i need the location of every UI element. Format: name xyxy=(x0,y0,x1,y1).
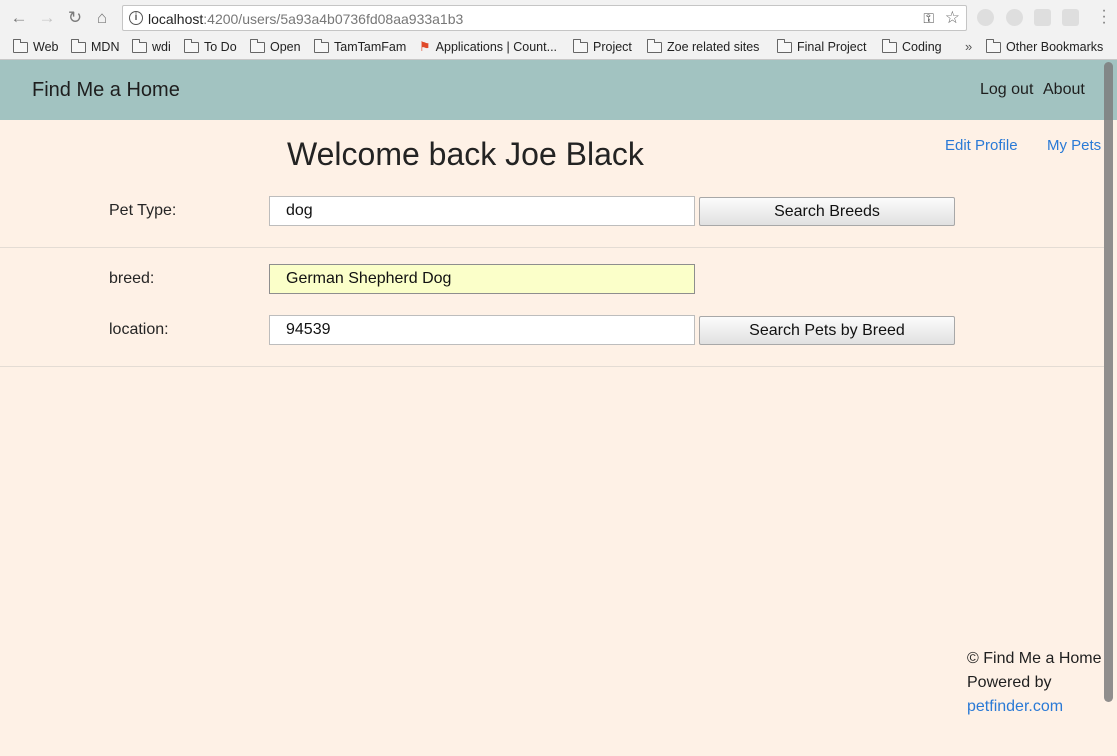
bookmark-item[interactable]: MDN xyxy=(70,38,119,56)
folder-icon xyxy=(985,38,1001,53)
menu-icon[interactable]: · · · xyxy=(1100,3,1108,31)
breed-label: breed: xyxy=(109,270,155,287)
bookmark-item[interactable]: Final Project xyxy=(776,38,866,56)
breed-input[interactable]: German Shepherd Dog xyxy=(269,264,695,294)
page-title: Welcome back Joe Black xyxy=(287,136,644,172)
extension-icon[interactable] xyxy=(1062,9,1079,26)
pet-type-input[interactable]: dog xyxy=(269,196,695,226)
location-label: location: xyxy=(109,321,169,338)
reload-icon[interactable]: ↻ xyxy=(65,8,85,28)
petfinder-link[interactable]: petfinder.com xyxy=(967,698,1063,716)
my-pets-link[interactable]: My Pets xyxy=(1047,137,1101,154)
brand-link[interactable]: Find Me a Home xyxy=(32,79,180,102)
back-icon[interactable]: ← xyxy=(9,8,29,28)
edit-profile-link[interactable]: Edit Profile xyxy=(945,137,1018,154)
folder-icon xyxy=(12,38,28,53)
address-bar[interactable]: i localhost:4200/users/5a93a4b0736fd08aa… xyxy=(122,5,967,31)
footer-powered-by: Powered by xyxy=(967,674,1052,691)
bookmark-item[interactable]: wdi xyxy=(131,38,171,56)
scrollbar[interactable] xyxy=(1104,62,1113,702)
folder-icon xyxy=(313,38,329,53)
key-icon[interactable]: ⚿ xyxy=(923,10,934,27)
folder-icon xyxy=(646,38,662,53)
folder-icon xyxy=(70,38,86,53)
folder-icon xyxy=(776,38,792,53)
folder-icon xyxy=(183,38,199,53)
divider xyxy=(0,366,1104,367)
footer-copyright: © Find Me a Home xyxy=(967,650,1102,667)
browser-chrome: ← → ↻ ⌂ i localhost:4200/users/5a93a4b07… xyxy=(0,0,1117,60)
bookmark-item[interactable]: Zoe related sites xyxy=(646,38,759,56)
pet-type-label: Pet Type: xyxy=(109,202,177,219)
location-input[interactable]: 94539 xyxy=(269,315,695,345)
bookmark-item[interactable]: ⚑ Applications | Count... xyxy=(419,38,557,56)
bookmark-item[interactable]: Coding xyxy=(881,38,942,56)
search-breeds-button[interactable]: Search Breeds xyxy=(699,197,955,226)
bookmark-item[interactable]: Project xyxy=(572,38,632,56)
info-icon[interactable]: i xyxy=(129,11,143,25)
extension-icon[interactable] xyxy=(1006,9,1023,26)
bookmarks-overflow-icon[interactable]: » xyxy=(965,39,972,54)
bookmark-item[interactable]: To Do xyxy=(183,38,237,56)
home-icon[interactable]: ⌂ xyxy=(92,8,112,28)
search-pets-button[interactable]: Search Pets by Breed xyxy=(699,316,955,345)
app-navbar: Find Me a Home Log out About xyxy=(0,60,1117,120)
url-text: localhost:4200/users/5a93a4b0736fd08aa93… xyxy=(148,11,464,27)
divider xyxy=(0,247,1104,248)
bookmarks-bar: Web MDN wdi To Do Open TamTamFam ⚑ Applic… xyxy=(0,36,1117,58)
puzzle-icon[interactable] xyxy=(1034,9,1051,26)
flag-icon: ⚑ xyxy=(419,39,431,54)
bookmark-item[interactable]: Open xyxy=(249,38,301,56)
other-bookmarks[interactable]: Other Bookmarks xyxy=(985,38,1103,56)
folder-icon xyxy=(881,38,897,53)
about-link[interactable]: About xyxy=(1043,81,1085,99)
folder-icon xyxy=(131,38,147,53)
bookmark-item[interactable]: Web xyxy=(12,38,58,56)
bookmark-star-icon[interactable]: ☆ xyxy=(945,8,960,28)
folder-icon xyxy=(249,38,265,53)
logout-link[interactable]: Log out xyxy=(980,81,1033,99)
bookmark-item[interactable]: TamTamFam xyxy=(313,38,406,56)
extension-icon[interactable] xyxy=(977,9,994,26)
folder-icon xyxy=(572,38,588,53)
forward-icon[interactable]: → xyxy=(37,8,57,28)
